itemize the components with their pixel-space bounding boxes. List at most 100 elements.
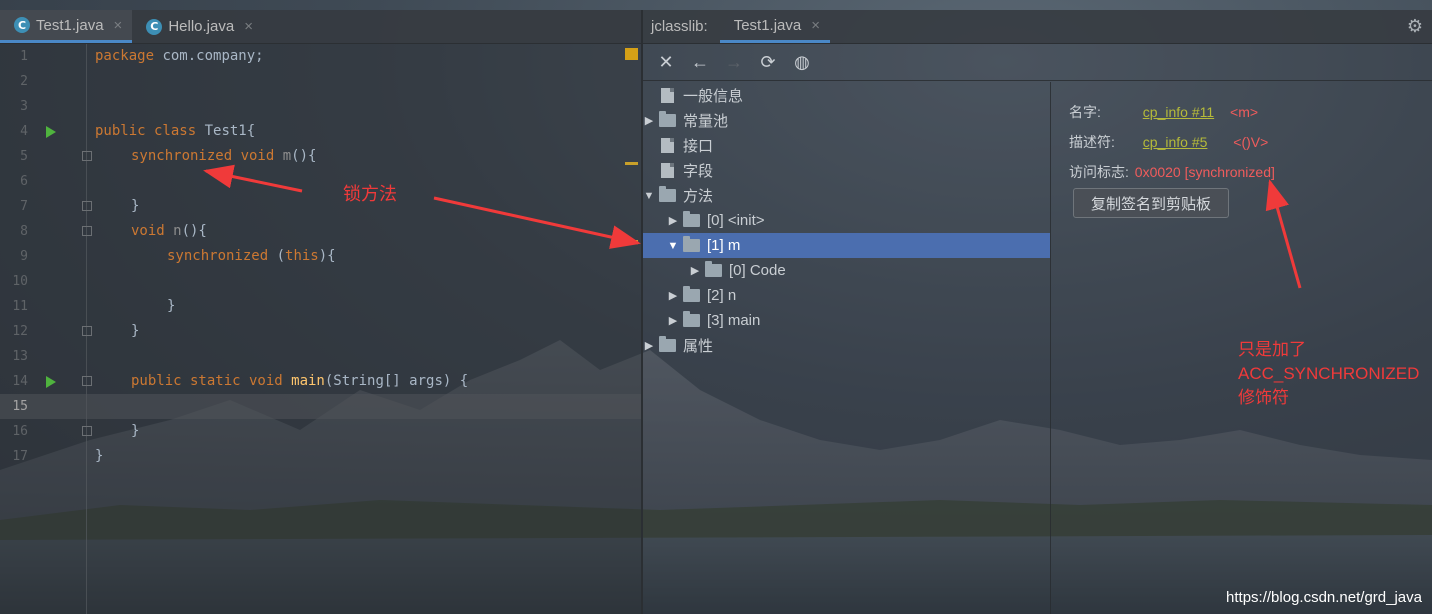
code-line: 17 } (0, 444, 641, 469)
tree-item-methods[interactable]: ▼ 方法 (643, 183, 1050, 208)
tree-item-method-m[interactable]: ▼ [1] m (643, 233, 1050, 258)
close-icon[interactable]: × (114, 17, 123, 34)
editor-tab-bar: C Test1.java × C Hello.java × (0, 10, 641, 44)
code-line: 2 (0, 69, 641, 94)
tree-item-label: [0] <init> (707, 212, 765, 229)
line-number: 8 (20, 224, 28, 239)
error-stripe-marker[interactable] (625, 240, 638, 243)
tree-item-label: 一般信息 (683, 88, 744, 105)
folder-icon (659, 336, 676, 352)
expand-arrow-icon[interactable]: ▶ (643, 114, 655, 127)
detail-label: 名字: (1069, 104, 1101, 120)
code-line: 3 (0, 94, 641, 119)
copy-signature-button[interactable]: 复制签名到剪贴板 (1073, 188, 1229, 218)
tree-item-label: [1] m (707, 237, 741, 254)
expand-arrow-icon[interactable]: ▶ (689, 264, 701, 277)
tree-item-label: [3] main (707, 312, 761, 329)
code-text: com.company; (154, 48, 264, 64)
code-keyword: public static void (131, 373, 283, 389)
fold-icon[interactable] (82, 151, 92, 161)
folder-icon (683, 286, 700, 302)
error-stripe-marker[interactable] (625, 162, 638, 165)
fold-icon[interactable] (82, 201, 92, 211)
close-icon[interactable]: × (811, 17, 820, 34)
back-arrow-icon[interactable]: ← (689, 51, 711, 73)
tree-item-label: 常量池 (683, 113, 729, 130)
code-area[interactable]: 1 package com.company; 2 3 4 public clas… (0, 44, 641, 614)
detail-value: <m> (1230, 104, 1259, 120)
folder-icon (705, 261, 722, 277)
line-number: 13 (12, 349, 28, 364)
forward-arrow-icon[interactable]: → (723, 51, 745, 73)
gear-icon[interactable]: ⚙ (1402, 16, 1428, 40)
expand-arrow-icon[interactable]: ▶ (667, 289, 679, 302)
tab-jclasslib-test1[interactable]: Test1.java × (719, 10, 830, 43)
tree-item-method-init[interactable]: ▶ [0] <init> (643, 208, 1050, 233)
detail-row-descriptor: 描述符: cp_info #5 <()V> (1069, 132, 1268, 152)
cp-info-link[interactable]: cp_info #5 (1143, 134, 1208, 150)
tab-hello-java[interactable]: C Hello.java × (132, 10, 263, 43)
code-line: 6 (0, 169, 641, 194)
code-text: } (131, 323, 140, 339)
line-number: 2 (20, 74, 28, 89)
tree-item-label: [0] Code (729, 262, 786, 279)
tree-item-method-main[interactable]: ▶ [3] main (643, 308, 1050, 333)
run-icon[interactable] (46, 126, 56, 138)
tree-item-code[interactable]: ▶ [0] Code (643, 258, 1050, 283)
detail-value: <()V> (1233, 134, 1269, 150)
inspection-status-icon[interactable] (625, 48, 638, 60)
code-line: 14 public static void main(String[] args… (0, 369, 641, 394)
fold-icon[interactable] (82, 226, 92, 236)
code-line: 16 } (0, 419, 641, 444)
expand-arrow-icon[interactable]: ▶ (667, 214, 679, 227)
code-line: 9 synchronized (this){ (0, 244, 641, 269)
tree-item-general-info[interactable]: 一般信息 (643, 83, 1050, 108)
close-icon[interactable]: ✕ (655, 51, 677, 73)
expand-arrow-icon[interactable]: ▶ (643, 339, 655, 352)
code-line: 10 (0, 269, 641, 294)
cp-info-link[interactable]: cp_info #11 (1143, 104, 1214, 120)
tree-item-interfaces[interactable]: 接口 (643, 133, 1050, 158)
code-text: (){ (291, 148, 317, 164)
code-line: 7 } (0, 194, 641, 219)
file-icon (661, 88, 674, 103)
expand-arrow-icon[interactable]: ▶ (667, 314, 679, 327)
code-line: 8 void n(){ (0, 219, 641, 244)
tree-item-fields[interactable]: 字段 (643, 158, 1050, 183)
fold-icon[interactable] (82, 326, 92, 336)
tree-item-constant-pool[interactable]: ▶ 常量池 (643, 108, 1050, 133)
code-line: 1 package com.company; (0, 44, 641, 69)
access-flags-value: 0x0020 [synchronized] (1134, 164, 1275, 180)
code-keyword: this (285, 248, 319, 264)
collapse-arrow-icon[interactable]: ▼ (643, 190, 655, 202)
code-keyword: synchronized (167, 248, 269, 264)
code-text: } (131, 423, 140, 439)
code-text: } (95, 448, 104, 464)
code-line-current: 15 (0, 394, 641, 419)
line-number: 17 (12, 449, 28, 464)
folder-icon (659, 186, 676, 202)
line-number: 3 (20, 99, 28, 114)
tree-item-method-n[interactable]: ▶ [2] n (643, 283, 1050, 308)
collapse-arrow-icon[interactable]: ▼ (667, 240, 679, 252)
detail-label: 描述符: (1069, 134, 1115, 150)
code-editor-pane: C Test1.java × C Hello.java × 1 package … (0, 10, 641, 614)
folder-icon (683, 236, 700, 252)
refresh-icon[interactable]: ⟳ (757, 51, 779, 73)
code-keyword: public class (95, 123, 197, 139)
close-icon[interactable]: × (244, 18, 253, 35)
fold-icon[interactable] (82, 426, 92, 436)
tab-label: Hello.java (168, 18, 235, 35)
tree-item-attributes[interactable]: ▶ 属性 (643, 333, 1050, 358)
web-icon[interactable]: ◍ (791, 51, 813, 73)
detail-row-access-flags: 访问标志: 0x0020 [synchronized] (1069, 162, 1275, 182)
fold-icon[interactable] (82, 376, 92, 386)
java-class-icon: C (146, 18, 163, 35)
line-number: 12 (12, 324, 28, 339)
tree-item-label: 接口 (683, 138, 714, 155)
annotation-note-line: 修饰符 (1238, 388, 1289, 407)
run-icon[interactable] (46, 376, 56, 388)
code-text: ( (268, 248, 286, 264)
tab-test1-java[interactable]: C Test1.java × (0, 10, 133, 43)
code-method-name: n (164, 223, 182, 239)
